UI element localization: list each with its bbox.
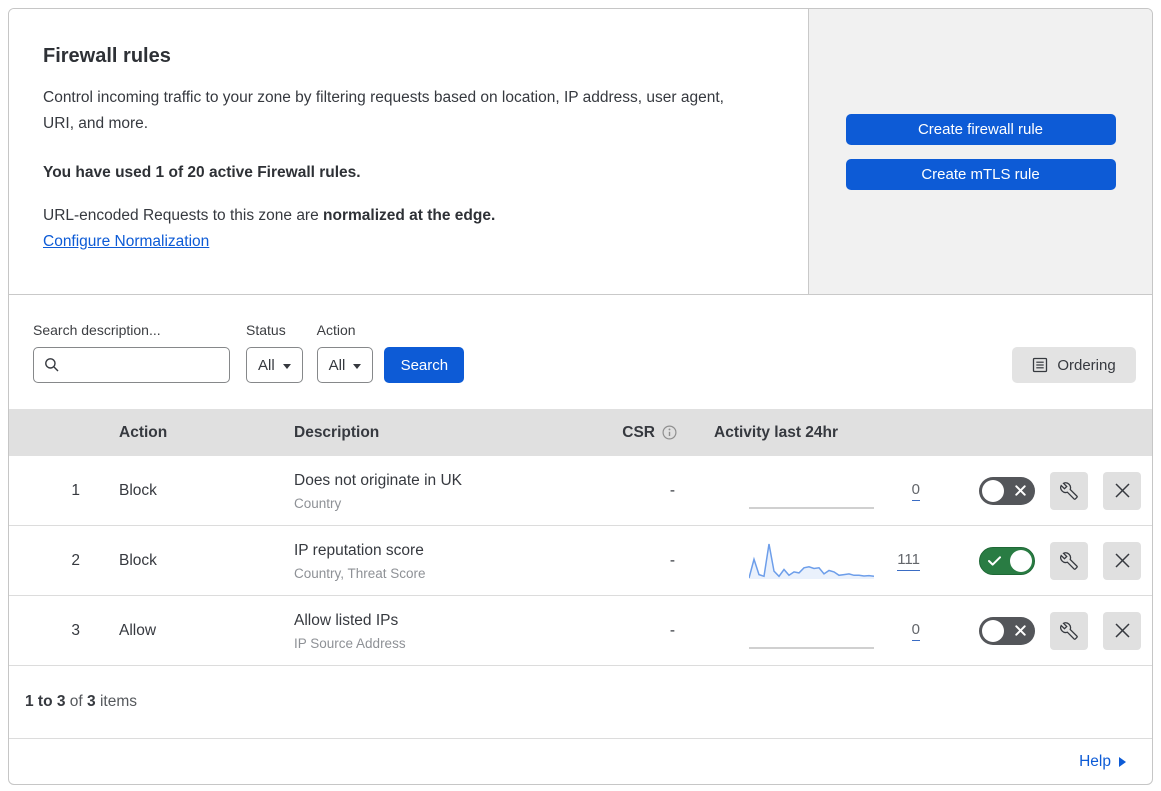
- firewall-rules-panel: Firewall rules Control incoming traffic …: [8, 8, 1153, 785]
- description-column-header: Description: [294, 423, 380, 441]
- wrench-icon: [1060, 551, 1078, 570]
- arrow-right-icon: [1119, 757, 1126, 767]
- search-input[interactable]: [68, 355, 219, 375]
- list-document-icon: [1033, 357, 1048, 373]
- edit-rule-button[interactable]: [1050, 471, 1088, 510]
- rule-activity-cell: 0: [701, 611, 956, 651]
- search-icon: [45, 358, 59, 372]
- rule-controls: [956, 611, 1152, 650]
- header-text-block: Firewall rules Control incoming traffic …: [9, 9, 809, 294]
- toggle-knob: [982, 619, 1004, 642]
- actions-sidebar: Create firewall rule Create mTLS rule: [809, 9, 1152, 294]
- help-link[interactable]: Help: [1079, 753, 1126, 771]
- rule-enabled-toggle[interactable]: [979, 546, 1035, 575]
- rule-index: 2: [71, 551, 80, 569]
- close-icon: [1114, 623, 1130, 638]
- rule-description: Allow listed IPs: [294, 611, 399, 629]
- help-row: Help: [9, 739, 1152, 784]
- search-input-box[interactable]: [33, 347, 230, 383]
- toggle-knob: [982, 479, 1004, 502]
- rule-description-cell: Allow listed IPs IP Source Address: [286, 609, 611, 653]
- rule-fields: IP Source Address: [294, 635, 406, 651]
- status-select-value: All: [258, 356, 275, 374]
- search-label: Search description...: [33, 322, 161, 338]
- activity-count-link[interactable]: 0: [911, 621, 920, 641]
- table-row: 2 Block IP reputation score Country, Thr…: [9, 526, 1152, 596]
- activity-column-header: Activity last 24hr: [714, 423, 839, 441]
- search-button[interactable]: Search: [384, 347, 465, 383]
- ordering-button[interactable]: Ordering: [1012, 347, 1136, 383]
- rule-activity-cell: 111: [701, 541, 956, 581]
- x-icon: [1015, 625, 1026, 636]
- rule-action: Block: [119, 481, 157, 499]
- activity-count-link[interactable]: 0: [911, 481, 920, 501]
- x-icon: [1015, 485, 1026, 496]
- normalization-bold: normalized at the edge.: [323, 207, 496, 224]
- rule-description: IP reputation score: [294, 541, 424, 559]
- rule-controls: [956, 541, 1152, 580]
- rule-index: 1: [71, 481, 80, 499]
- rule-action: Allow: [119, 621, 157, 639]
- status-label: Status: [246, 322, 286, 338]
- page-title: Firewall rules: [43, 45, 171, 67]
- info-icon[interactable]: [662, 425, 677, 440]
- rule-description-cell: Does not originate in UK Country: [286, 469, 611, 513]
- delete-rule-button[interactable]: [1103, 471, 1141, 510]
- rule-csr: -: [669, 551, 675, 569]
- page-description: Control incoming traffic to your zone by…: [43, 89, 724, 132]
- status-select[interactable]: All: [246, 347, 303, 383]
- rule-activity-cell: 0: [701, 471, 956, 511]
- rule-index: 3: [71, 621, 80, 639]
- pagination-summary: 1 to 3 of 3 items: [9, 666, 1152, 739]
- action-label: Action: [316, 322, 356, 338]
- chevron-down-icon: [353, 363, 362, 369]
- rule-description-cell: IP reputation score Country, Threat Scor…: [286, 539, 611, 583]
- rule-csr: -: [669, 621, 675, 639]
- create-firewall-rule-button[interactable]: Create firewall rule: [845, 113, 1116, 145]
- search-group: Search description...: [33, 322, 230, 383]
- create-mtls-rule-button[interactable]: Create mTLS rule: [845, 158, 1116, 190]
- close-icon: [1114, 483, 1130, 498]
- rule-fields: Country: [294, 495, 342, 511]
- chevron-down-icon: [282, 363, 291, 369]
- normalization-note: URL-encoded Requests to this zone are no…: [43, 207, 496, 224]
- edit-rule-button[interactable]: [1050, 611, 1088, 650]
- rule-enabled-toggle[interactable]: [979, 476, 1035, 505]
- delete-rule-button[interactable]: [1103, 611, 1141, 650]
- action-select-value: All: [328, 356, 346, 374]
- toggle-knob: [1010, 549, 1032, 572]
- rule-action: Block: [119, 551, 157, 569]
- rule-controls: [956, 471, 1152, 510]
- wrench-icon: [1060, 481, 1078, 500]
- items-range: 1 to 3: [25, 693, 66, 710]
- activity-count-link[interactable]: 111: [897, 551, 920, 571]
- rule-description: Does not originate in UK: [294, 471, 463, 489]
- items-total: 3: [87, 693, 96, 710]
- activity-sparkline: [749, 543, 874, 579]
- status-filter-group: Status All: [246, 322, 303, 383]
- wrench-icon: [1060, 621, 1078, 640]
- configure-normalization-link[interactable]: Configure Normalization: [43, 233, 209, 250]
- filter-bar: Search description... Status All Action …: [9, 295, 1152, 409]
- delete-rule-button[interactable]: [1103, 541, 1141, 580]
- check-icon: [988, 555, 1001, 566]
- action-filter-group: Action All: [316, 322, 374, 383]
- activity-sparkline: [749, 506, 874, 509]
- close-icon: [1114, 553, 1130, 568]
- action-column-header: Action: [119, 423, 168, 441]
- ordering-button-label: Ordering: [1057, 356, 1116, 374]
- rule-fields: Country, Threat Score: [294, 565, 426, 581]
- action-select[interactable]: All: [316, 347, 374, 383]
- csr-column-header: CSR: [611, 424, 701, 442]
- edit-rule-button[interactable]: [1050, 541, 1088, 580]
- table-header: Action Description CSR Activity last 24h…: [9, 409, 1152, 456]
- activity-sparkline: [749, 646, 874, 649]
- rule-csr: -: [669, 481, 675, 499]
- usage-summary: You have used 1 of 20 active Firewall ru…: [43, 164, 361, 181]
- header-section: Firewall rules Control incoming traffic …: [9, 9, 1152, 295]
- table-row: 1 Block Does not originate in UK Country…: [9, 456, 1152, 526]
- table-body: 1 Block Does not originate in UK Country…: [9, 456, 1152, 666]
- rule-enabled-toggle[interactable]: [979, 616, 1035, 645]
- table-row: 3 Allow Allow listed IPs IP Source Addre…: [9, 596, 1152, 666]
